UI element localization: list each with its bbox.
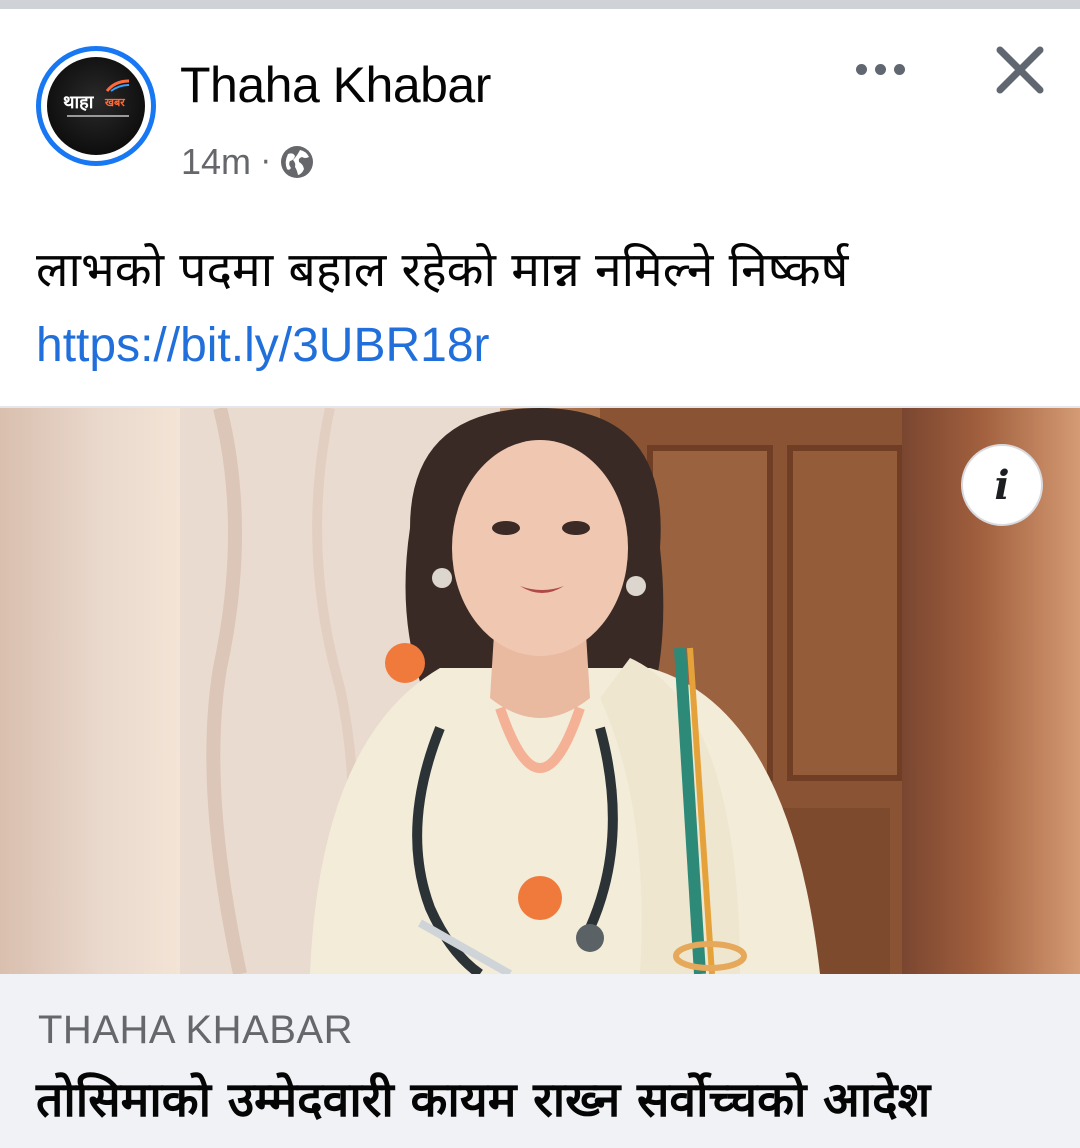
logo-text: थाहा bbox=[63, 92, 94, 113]
top-strip bbox=[0, 0, 1080, 9]
photo bbox=[180, 408, 902, 974]
more-dot bbox=[855, 63, 867, 75]
more-dot bbox=[893, 63, 905, 75]
page-avatar[interactable]: थाहा खबर bbox=[36, 46, 156, 166]
post-time[interactable]: 14m bbox=[181, 141, 251, 183]
more-options-button[interactable] bbox=[852, 54, 908, 84]
post-link[interactable]: https://bit.ly/3UBR18r bbox=[36, 318, 490, 373]
avatar-logo: थाहा खबर bbox=[47, 57, 145, 155]
logo-swoosh-icon bbox=[105, 79, 130, 92]
post-meta: 14m · bbox=[181, 140, 315, 184]
post-text: लाभको पदमा बहाल रहेको मान्न नमिल्ने निष्… bbox=[36, 242, 849, 298]
info-button[interactable]: i bbox=[961, 444, 1043, 526]
close-icon[interactable] bbox=[990, 40, 1050, 100]
preview-source: THAHA KHABAR bbox=[38, 1008, 353, 1052]
link-preview-footer[interactable]: THAHA KHABAR तोसिमाको उम्मेदवारी कायम रा… bbox=[0, 974, 1080, 1148]
logo-side-text: खबर bbox=[105, 96, 125, 109]
preview-title: तोसिमाको उम्मेदवारी कायम राख्न सर्वोच्चक… bbox=[36, 1072, 931, 1128]
page-name[interactable]: Thaha Khabar bbox=[180, 56, 491, 114]
logo-tagline bbox=[67, 115, 129, 117]
link-preview-image[interactable] bbox=[0, 408, 1080, 974]
globe-icon bbox=[280, 146, 313, 178]
meta-separator: · bbox=[261, 144, 271, 180]
image-blur-left bbox=[0, 408, 180, 974]
more-dot bbox=[874, 63, 886, 75]
photo-illustration bbox=[180, 408, 902, 974]
